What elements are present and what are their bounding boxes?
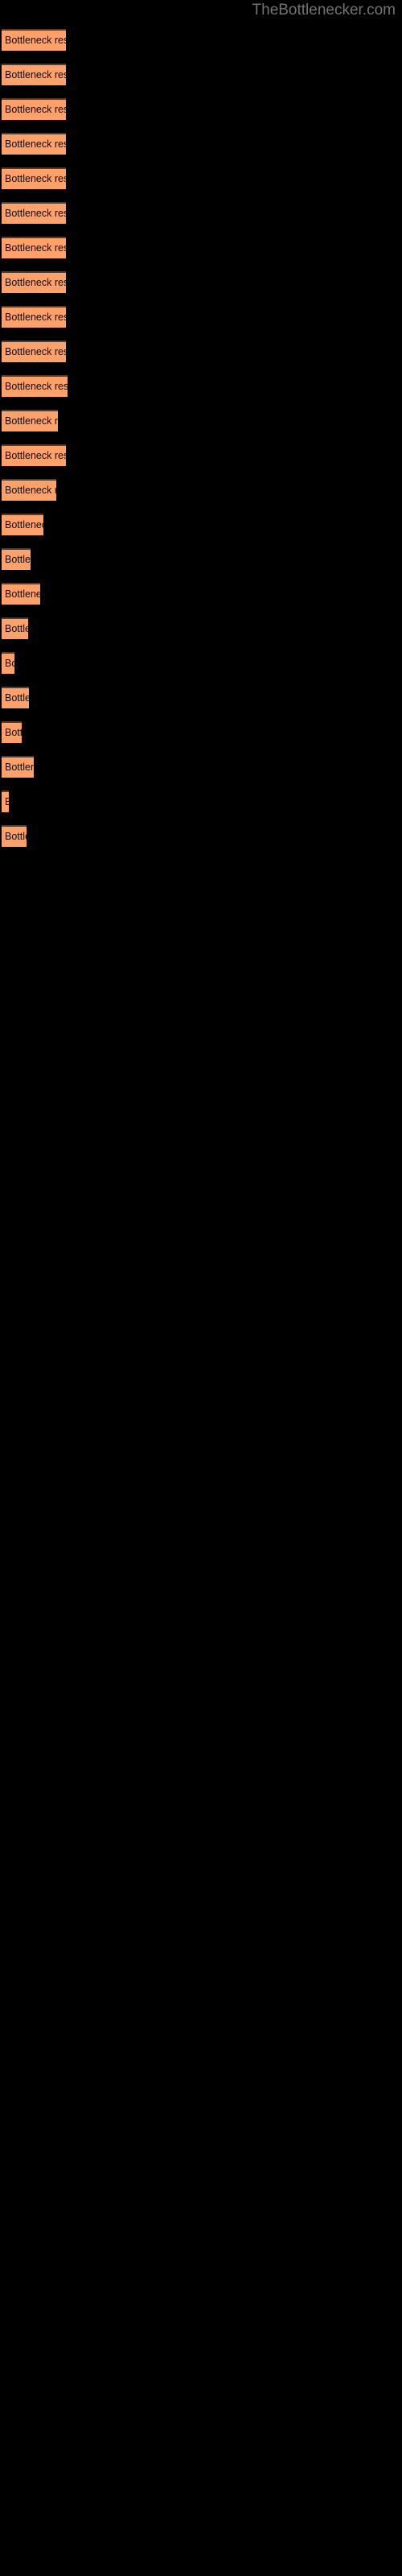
bottleneck-bar[interactable]: Bottleneck result bbox=[2, 583, 40, 605]
bar-label: Bottleneck result bbox=[5, 727, 22, 738]
bar-label: Bottleneck result bbox=[5, 623, 28, 634]
bar-row: Bottleneck result bbox=[0, 716, 402, 751]
bar-label: Bottleneck result bbox=[5, 381, 68, 392]
bottleneck-bar[interactable]: Bottleneck result bbox=[2, 133, 66, 155]
bottleneck-bar[interactable]: Bottleneck result bbox=[2, 167, 66, 189]
bar-label: Bottleneck result bbox=[5, 658, 14, 669]
bar-label: Bottleneck result bbox=[5, 69, 66, 80]
bar-label: Bottleneck result bbox=[5, 242, 66, 254]
bar-row: Bottleneck result bbox=[0, 163, 402, 197]
bar-row: Bottleneck result bbox=[0, 336, 402, 370]
bottleneck-bar[interactable]: Bottleneck result bbox=[2, 756, 34, 778]
bar-label: Bottleneck result bbox=[5, 795, 9, 809]
bar-row: Bottleneck result bbox=[0, 751, 402, 786]
bar-row: Bottleneck result bbox=[0, 128, 402, 163]
bottleneck-bar[interactable]: Bottleneck result bbox=[2, 721, 22, 743]
bottleneck-bar[interactable]: Bottleneck result bbox=[2, 237, 66, 258]
bar-row: Bottleneck result bbox=[0, 59, 402, 93]
bar-row: Bottleneck result bbox=[0, 820, 402, 855]
bar-label: Bottleneck result bbox=[5, 35, 66, 46]
bar-label: Bottleneck result bbox=[5, 519, 43, 530]
bar-row: Bottleneck result bbox=[0, 266, 402, 301]
bottleneck-bar[interactable]: Bottleneck result bbox=[2, 410, 58, 431]
bar-row: Bottleneck result bbox=[0, 474, 402, 509]
site-title: TheBottlenecker.com bbox=[252, 2, 396, 19]
bar-row: Bottleneck result bbox=[0, 405, 402, 440]
bar-row: Bottleneck result bbox=[0, 543, 402, 578]
bottleneck-bar[interactable]: Bottleneck result bbox=[2, 375, 68, 397]
bar-label: Bottleneck result bbox=[5, 450, 66, 461]
bar-row: Bottleneck result bbox=[0, 301, 402, 336]
bottleneck-bar[interactable]: Bottleneck result bbox=[2, 29, 66, 51]
bar-label: Bottleneck result bbox=[5, 692, 29, 704]
bar-row: Bottleneck result bbox=[0, 93, 402, 128]
bar-row: Bottleneck result bbox=[0, 24, 402, 59]
bar-row: Bottleneck result bbox=[0, 232, 402, 266]
bar-label: Bottleneck result bbox=[5, 554, 31, 565]
bar-label: Bottleneck result bbox=[5, 138, 66, 150]
bar-label: Bottleneck result bbox=[5, 104, 66, 115]
bar-row: Bottleneck result bbox=[0, 613, 402, 647]
bar-label: Bottleneck result bbox=[5, 312, 66, 323]
bar-row: Bottleneck result bbox=[0, 647, 402, 682]
bottleneck-bar[interactable]: Bottleneck result bbox=[2, 548, 31, 570]
bar-label: Bottleneck result bbox=[5, 277, 66, 288]
bar-label: Bottleneck result bbox=[5, 208, 66, 219]
bar-label: Bottleneck result bbox=[5, 346, 66, 357]
bar-label: Bottleneck result bbox=[5, 588, 40, 600]
bottleneck-bar[interactable]: Bottleneck result bbox=[2, 271, 66, 293]
bottleneck-bar[interactable]: Bottleneck result bbox=[2, 202, 66, 224]
bottleneck-bar[interactable]: Bottleneck result bbox=[2, 306, 66, 328]
bottleneck-bar[interactable]: Bottleneck result bbox=[2, 652, 14, 674]
bar-row: Bottleneck result bbox=[0, 440, 402, 474]
bottleneck-bar[interactable]: Bottleneck result bbox=[2, 64, 66, 85]
bottleneck-bar[interactable]: Bottleneck result bbox=[2, 617, 28, 639]
bottleneck-bar[interactable]: Bottleneck result bbox=[2, 791, 9, 812]
bottleneck-bar[interactable]: Bottleneck result bbox=[2, 479, 56, 501]
bottleneck-bar[interactable]: Bottleneck result bbox=[2, 341, 66, 362]
bar-label: Bottleneck result bbox=[5, 831, 27, 842]
bar-row: Bottleneck result bbox=[0, 682, 402, 716]
bar-row: Bottleneck result bbox=[0, 370, 402, 405]
bottleneck-bar[interactable]: Bottleneck result bbox=[2, 444, 66, 466]
bar-row: Bottleneck result bbox=[0, 509, 402, 543]
bottleneck-bar[interactable]: Bottleneck result bbox=[2, 825, 27, 847]
bottleneck-bar[interactable]: Bottleneck result bbox=[2, 514, 43, 535]
bottleneck-bar[interactable]: Bottleneck result bbox=[2, 687, 29, 708]
bar-row: Bottleneck result bbox=[0, 786, 402, 820]
bar-label: Bottleneck result bbox=[5, 762, 34, 773]
bottleneck-bar-chart: Bottleneck result Bottleneck result Bottle… bbox=[0, 24, 402, 855]
bar-label: Bottleneck result bbox=[5, 485, 56, 496]
bar-row: Bottleneck result bbox=[0, 578, 402, 613]
bar-row: Bottleneck result bbox=[0, 197, 402, 232]
bar-label: Bottleneck result bbox=[5, 415, 58, 427]
bar-label: Bottleneck result bbox=[5, 173, 66, 184]
bottleneck-bar[interactable]: Bottleneck result bbox=[2, 98, 66, 120]
